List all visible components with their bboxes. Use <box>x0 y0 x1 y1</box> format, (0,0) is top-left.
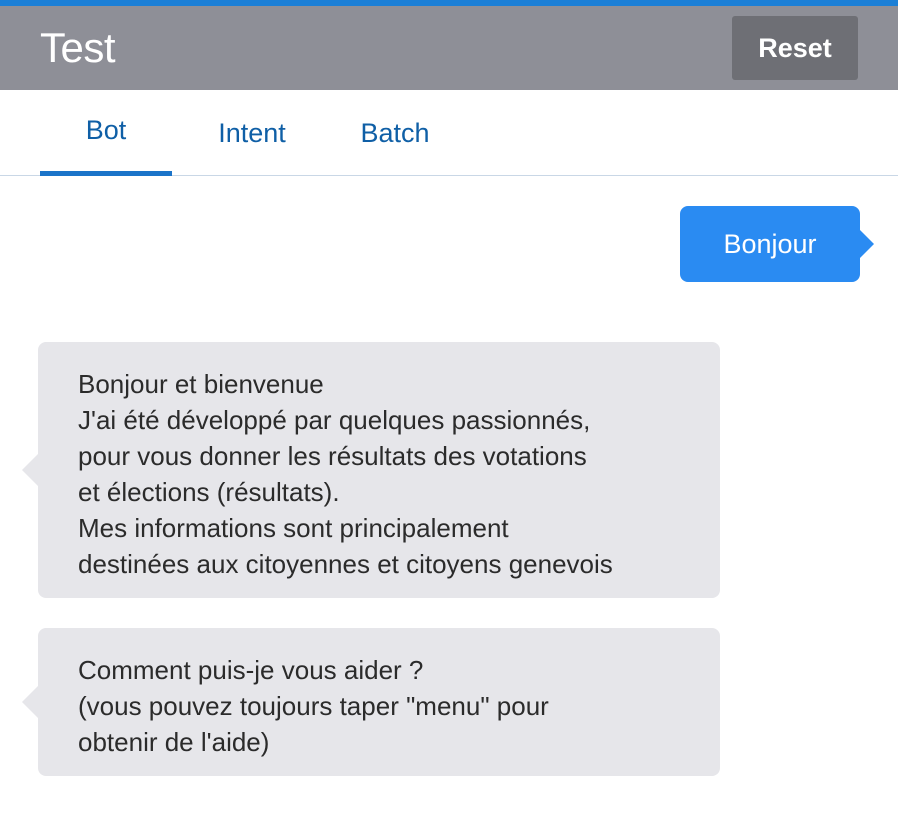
bubble-pointer <box>860 230 874 258</box>
user-message-bubble: Bonjour <box>680 206 874 282</box>
bubble-pointer <box>22 686 38 718</box>
bot-message-bubble: Bonjour et bienvenue J'ai été développé … <box>22 342 720 598</box>
bubble-pointer <box>22 454 38 486</box>
bot-message-line: Bonjour et bienvenue <box>78 369 324 399</box>
tab-batch[interactable]: Batch <box>332 90 458 176</box>
bot-message-line: Comment puis-je vous aider ? <box>78 655 424 685</box>
bot-message-line: (vous pouvez toujours taper "menu" pour <box>78 691 549 721</box>
page-title: Test <box>40 24 116 71</box>
bot-message-line: et élections (résultats). <box>78 477 340 507</box>
reset-button[interactable]: Reset <box>732 16 858 80</box>
tab-intent[interactable]: Intent <box>172 90 332 176</box>
bot-message-line: pour vous donner les résultats des votat… <box>78 441 587 471</box>
bot-message-line: J'ai été développé par quelques passionn… <box>78 405 591 435</box>
bot-message-line: obtenir de l'aide) <box>78 727 270 757</box>
user-message-text: Bonjour <box>723 228 817 259</box>
chat-area: Bonjour Bonjour et bienvenue J'ai été dé… <box>0 176 898 818</box>
bot-message-line: destinées aux citoyennes et citoyens gen… <box>78 549 613 579</box>
tab-bar: Bot Intent Batch <box>0 90 898 176</box>
header-bar: Test Reset <box>0 6 898 90</box>
tab-bot[interactable]: Bot <box>40 90 172 176</box>
bot-message-bubble: Comment puis-je vous aider ? (vous pouve… <box>22 628 720 776</box>
bot-message-line: Mes informations sont principalement <box>78 513 509 543</box>
